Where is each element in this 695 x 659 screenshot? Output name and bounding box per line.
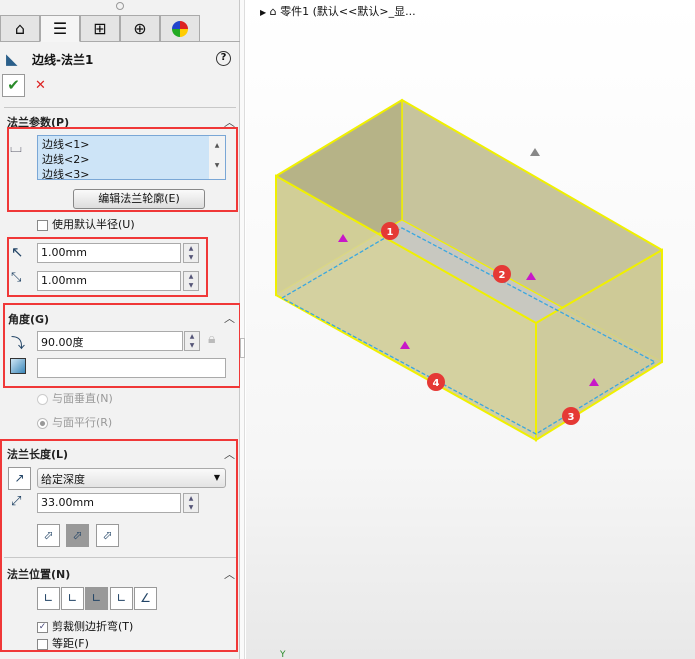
perpendicular-radio[interactable]: 与面垂直(N) <box>37 390 113 406</box>
material-outside-button[interactable]: ∟ <box>61 587 84 610</box>
outer-virtual-sharp-button[interactable]: ⬀ <box>37 524 60 547</box>
inner-virtual-sharp-button[interactable]: ⬀ <box>66 524 89 547</box>
tab-configuration-manager[interactable]: ⊞ <box>80 15 120 42</box>
chevron-down-icon: ▼ <box>213 473 220 482</box>
checkbox-label: 剪裁侧边折弯(T) <box>52 620 134 633</box>
checkbox-label: 使用默认半径(U) <box>52 218 135 231</box>
flange-angle-input[interactable]: 90.00度 <box>37 331 183 351</box>
bend-outside-button[interactable]: ∟ <box>85 587 108 610</box>
parallel-radio[interactable]: 与面平行(R) <box>37 414 112 430</box>
lock-icon[interactable]: 🔒︎ <box>208 331 215 347</box>
length-dimension-icon: ⤢ <box>11 494 22 509</box>
flange-position-header[interactable]: 法兰位置(N) <box>7 566 70 582</box>
bend-radius-input[interactable]: 1.00mm <box>37 243 181 263</box>
edge-select-icon: ⌴ <box>10 138 23 156</box>
axis-label-y: Y <box>279 650 286 659</box>
checkbox[interactable] <box>37 219 48 231</box>
trim-side-bends-checkbox[interactable]: ✓ 剪裁侧边折弯(T) <box>37 618 133 634</box>
list-item[interactable]: 边线<2> <box>42 152 221 167</box>
part-icon: ⌂ <box>14 19 26 38</box>
gap-distance-input[interactable]: 1.00mm <box>37 271 181 291</box>
tab-property-manager[interactable]: ☰ <box>40 15 80 42</box>
edges-list[interactable]: 边线<1> 边线<2> 边线<3> ▲ ▼ <box>37 135 226 180</box>
collapse-icon[interactable]: ︿ <box>224 566 235 582</box>
checkbox[interactable] <box>37 638 48 650</box>
flange-angle-spinner[interactable]: ▲ ▼ <box>184 331 200 351</box>
callout-2: 2 <box>499 270 506 281</box>
panel-title: 边线-法兰1 <box>32 53 94 67</box>
panel-grip[interactable] <box>116 2 124 10</box>
radio-label: 与面垂直(N) <box>52 392 113 405</box>
gap-distance-icon: ⤡ <box>11 270 22 285</box>
help-icon[interactable]: ? <box>216 51 231 66</box>
select-value: 给定深度 <box>41 473 85 486</box>
edge-flange-icon: ◣ <box>6 50 18 68</box>
edit-flange-profile-button[interactable]: 编辑法兰轮廓(E) <box>73 189 205 209</box>
bend-radius-icon: ↖ <box>11 243 24 261</box>
graphics-viewport[interactable]: ▶ ⌂ 零件1 (默认<<默认>_显... 1 2 3 4 Y <box>246 0 695 659</box>
reference-face-input[interactable] <box>37 358 226 378</box>
tab-dimxpert[interactable]: ⊕ <box>120 15 160 42</box>
face-select-icon <box>10 358 26 374</box>
callout-1: 1 <box>387 227 394 238</box>
panel-tabs: ⌂ ☰ ⊞ ⊕ <box>0 15 240 42</box>
property-manager-panel: ⌂ ☰ ⊞ ⊕ ◣ 边线-法兰1 ? ✔ ✕ 法兰参数(P) ︿ ⌴ 边线<1>… <box>0 0 241 659</box>
dimxpert-icon: ⊕ <box>133 19 147 38</box>
list-item[interactable]: 边线<3> <box>42 167 221 179</box>
radio-label: 与面平行(R) <box>52 416 113 429</box>
configuration-manager-icon: ⊞ <box>93 19 107 38</box>
angle-header[interactable]: 角度(G) <box>8 311 49 327</box>
reverse-direction-button[interactable]: ↗ <box>8 467 31 490</box>
end-condition-select[interactable]: 给定深度 ▼ <box>37 468 226 488</box>
material-inside-button[interactable]: ∟ <box>37 587 60 610</box>
callout-3: 3 <box>568 412 575 423</box>
checkbox[interactable]: ✓ <box>37 621 48 633</box>
tangent-bend-button[interactable]: ⬀ <box>96 524 119 547</box>
cancel-button[interactable]: ✕ <box>35 78 46 93</box>
tangent-to-bend-button[interactable]: ∠ <box>134 587 157 610</box>
flange-length-header[interactable]: 法兰长度(L) <box>7 446 68 462</box>
ok-button[interactable]: ✔ <box>2 74 25 97</box>
bend-radius-spinner[interactable]: ▲ ▼ <box>183 243 199 263</box>
use-default-radius-checkbox[interactable]: 使用默认半径(U) <box>37 216 135 232</box>
virtual-sharp-button[interactable]: ∟ <box>110 587 133 610</box>
flange-length-input[interactable]: 33.00mm <box>37 493 181 513</box>
checkbox-label: 等距(F) <box>52 637 89 650</box>
tab-feature-manager[interactable]: ⌂ <box>0 15 40 42</box>
direction-arrow-icon <box>530 148 540 172</box>
list-item[interactable]: 边线<1> <box>42 137 221 152</box>
tab-display-manager[interactable] <box>160 15 200 42</box>
callout-4: 4 <box>433 378 440 389</box>
collapse-icon[interactable]: ︿ <box>224 446 235 462</box>
panel-splitter[interactable] <box>240 0 245 659</box>
flange-angle-icon: ⤵ <box>11 336 25 352</box>
gap-distance-spinner[interactable]: ▲ ▼ <box>183 271 199 291</box>
property-manager-icon: ☰ <box>52 19 68 38</box>
offset-checkbox[interactable]: 等距(F) <box>37 635 89 651</box>
flange-length-spinner[interactable]: ▲ ▼ <box>183 493 199 513</box>
model-view[interactable]: 1 2 3 4 Y <box>246 0 695 659</box>
list-scrollbar[interactable]: ▲ ▼ <box>209 136 225 179</box>
display-manager-icon <box>172 20 188 37</box>
collapse-icon[interactable]: ︿ <box>224 310 235 326</box>
